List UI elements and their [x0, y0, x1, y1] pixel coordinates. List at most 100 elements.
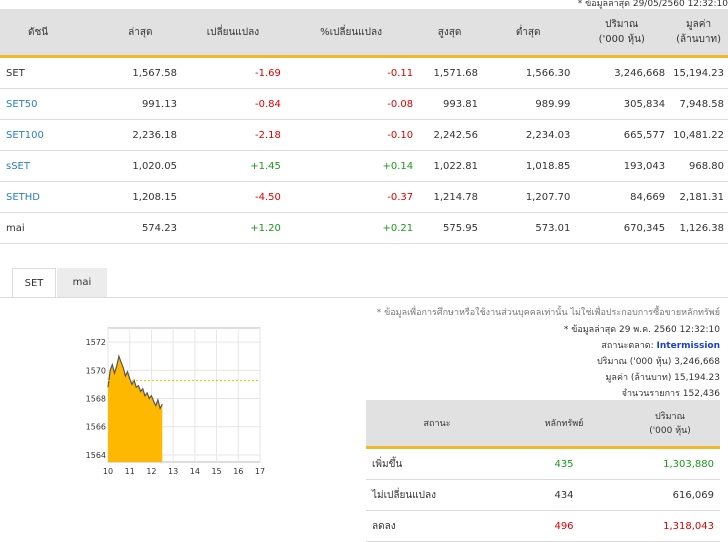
change-value: -0.84 — [180, 88, 285, 120]
col-last[interactable]: ล่าสุด — [99, 9, 181, 58]
x-tick-label: 17 — [255, 467, 265, 476]
stat-count: 434 — [508, 479, 620, 511]
last-value: 991.13 — [99, 88, 181, 120]
x-tick-label: 13 — [168, 467, 178, 476]
stat-volume: 616,069 — [620, 479, 720, 511]
last-value: 1,208.15 — [99, 181, 181, 213]
high-value: 1,214.78 — [417, 181, 483, 213]
market-latest-time: * ข้อมูลล่าสุด 29 พ.ค. 2560 12:32:10 — [563, 325, 720, 335]
trade-value: 7,948.58 — [669, 88, 728, 120]
stat-row: เพิ่มขึ้น 435 1,303,880 — [366, 447, 720, 480]
change-value: -4.50 — [180, 181, 285, 213]
index-name[interactable]: sSET — [0, 150, 100, 182]
disclaimer-text: * ข้อมูลเพื่อการศึกษาหรือใช้งานส่วนบุคคล… — [376, 308, 720, 318]
last-value: 1,567.58 — [99, 56, 181, 89]
low-value: 1,207.70 — [482, 181, 575, 213]
col-high[interactable]: สูงสุด — [417, 9, 483, 58]
index-row-set100: SET100 2,236.18 -2.18 -0.10 2,242.56 2,234.03… — [0, 119, 728, 151]
market-stat-table: สถานะ หลักทรัพย์ ปริมาณ ('000 หุ้น) เพิ่… — [366, 400, 720, 542]
y-tick-label: 1572 — [86, 338, 106, 347]
stat-volume: 1,318,043 — [620, 510, 720, 542]
low-value: 989.99 — [482, 88, 575, 120]
index-row-sethd: SETHD 1,208.15 -4.50 -0.37 1,214.78 1,207.70 8… — [0, 181, 728, 213]
index-row-sset: sSET 1,020.05 +1.45 +0.14 1,022.81 1,018.85 19… — [0, 150, 728, 182]
index-row-set50: SET50 991.13 -0.84 -0.08 993.81 989.99 305,834… — [0, 88, 728, 120]
col-pct-change[interactable]: %เปลี่ยนแปลง — [284, 9, 418, 58]
low-value: 1,566.30 — [482, 56, 575, 89]
pct-change-value: +0.21 — [284, 212, 418, 244]
change-value: -2.18 — [180, 119, 285, 151]
high-value: 575.95 — [417, 212, 483, 244]
y-tick-label: 1568 — [86, 395, 106, 404]
intraday-chart: 10 11 12 13 14 15 16 17 1564 1566 1568 1570 1572 — [86, 327, 265, 476]
trade-value: 10,481.22 — [669, 119, 728, 151]
stat-count: 496 — [508, 510, 620, 542]
x-tick-label: 11 — [125, 467, 135, 476]
stat-status: ไม่เปลี่ยนแปลง — [366, 479, 508, 511]
index-name: SET — [0, 56, 100, 89]
tab-mai[interactable]: mai — [57, 268, 107, 298]
high-value: 1,571.68 — [417, 56, 483, 89]
change-value: +1.20 — [180, 212, 285, 244]
market-volume: ปริมาณ ('000 หุ้น) 3,246,668 — [596, 357, 720, 367]
stat-volume: 1,303,880 — [620, 447, 720, 480]
index-name[interactable]: SET100 — [0, 119, 100, 151]
market-status: สถานะตลาด: Intermission — [601, 338, 720, 352]
index-table-header: ดัชนี ล่าสุด เปลี่ยนแปลง %เปลี่ยนแปลง สู… — [0, 9, 728, 58]
stat-status: ลดลง — [366, 510, 508, 542]
stat-table-header: สถานะ หลักทรัพย์ ปริมาณ ('000 หุ้น) — [366, 400, 720, 449]
x-tick-label: 16 — [233, 467, 243, 476]
tab-set[interactable]: SET — [12, 268, 56, 298]
col-change[interactable]: เปลี่ยนแปลง — [180, 9, 285, 58]
market-value: มูลค่า (ล้านบาท) 15,194.23 — [605, 373, 721, 383]
volume-value: 3,246,668 — [574, 56, 670, 89]
pct-change-value: -0.11 — [284, 56, 418, 89]
x-tick-label: 15 — [211, 467, 221, 476]
x-tick-label: 14 — [190, 467, 200, 476]
trade-value: 15,194.23 — [669, 56, 728, 89]
index-name[interactable]: SET50 — [0, 88, 100, 120]
col-index[interactable]: ดัชนี — [0, 9, 100, 58]
x-tick-label: 10 — [103, 467, 113, 476]
pct-change-value: -0.10 — [284, 119, 418, 151]
trade-value: 1,126.38 — [669, 212, 728, 244]
index-row-set: SET 1,567.58 -1.69 -0.11 1,571.68 1,566.30 3,2… — [0, 56, 728, 89]
high-value: 2,242.56 — [417, 119, 483, 151]
volume-value: 670,345 — [574, 212, 670, 244]
col-low[interactable]: ต่ำสุด — [482, 9, 575, 58]
volume-value: 665,577 — [574, 119, 670, 151]
change-value: -1.69 — [180, 56, 285, 89]
trade-value: 2,181.31 — [669, 181, 728, 213]
last-value: 2,236.18 — [99, 119, 181, 151]
stat-row: ลดลง 496 1,318,043 — [366, 510, 720, 542]
change-value: +1.45 — [180, 150, 285, 182]
volume-value: 193,043 — [574, 150, 670, 182]
high-value: 1,022.81 — [417, 150, 483, 182]
trade-value: 968.80 — [669, 150, 728, 182]
index-table: ดัชนี ล่าสุด เปลี่ยนแปลง %เปลี่ยนแปลง สู… — [0, 9, 728, 244]
col-value[interactable]: มูลค่า (ล้านบาท) — [669, 9, 728, 58]
last-value: 1,020.05 — [99, 150, 181, 182]
col-status: สถานะ — [366, 400, 508, 449]
y-tick-label: 1566 — [86, 423, 106, 432]
stat-row: ไม่เปลี่ยนแปลง 434 616,069 — [366, 479, 720, 511]
stat-status: เพิ่มขึ้น — [366, 447, 508, 480]
market-status-value: Intermission — [656, 341, 720, 351]
y-tick-label: 1564 — [86, 451, 106, 460]
y-tick-label: 1570 — [86, 366, 106, 375]
pct-change-value: -0.37 — [284, 181, 418, 213]
low-value: 573.01 — [482, 212, 575, 244]
market-status-label: สถานะตลาด: — [601, 341, 654, 351]
market-trades: จำนวนรายการ 152,436 — [621, 389, 720, 399]
low-value: 2,234.03 — [482, 119, 575, 151]
x-tick-label: 12 — [146, 467, 156, 476]
volume-value: 84,669 — [574, 181, 670, 213]
pct-change-value: -0.08 — [284, 88, 418, 120]
stat-count: 435 — [508, 447, 620, 480]
last-value: 574.23 — [99, 212, 181, 244]
index-name[interactable]: SETHD — [0, 181, 100, 213]
col-volume[interactable]: ปริมาณ ('000 หุ้น) — [574, 9, 670, 58]
col-securities: หลักทรัพย์ — [508, 400, 620, 449]
low-value: 1,018.85 — [482, 150, 575, 182]
index-row-mai: mai 574.23 +1.20 +0.21 575.95 573.01 670,345 1,… — [0, 212, 728, 244]
